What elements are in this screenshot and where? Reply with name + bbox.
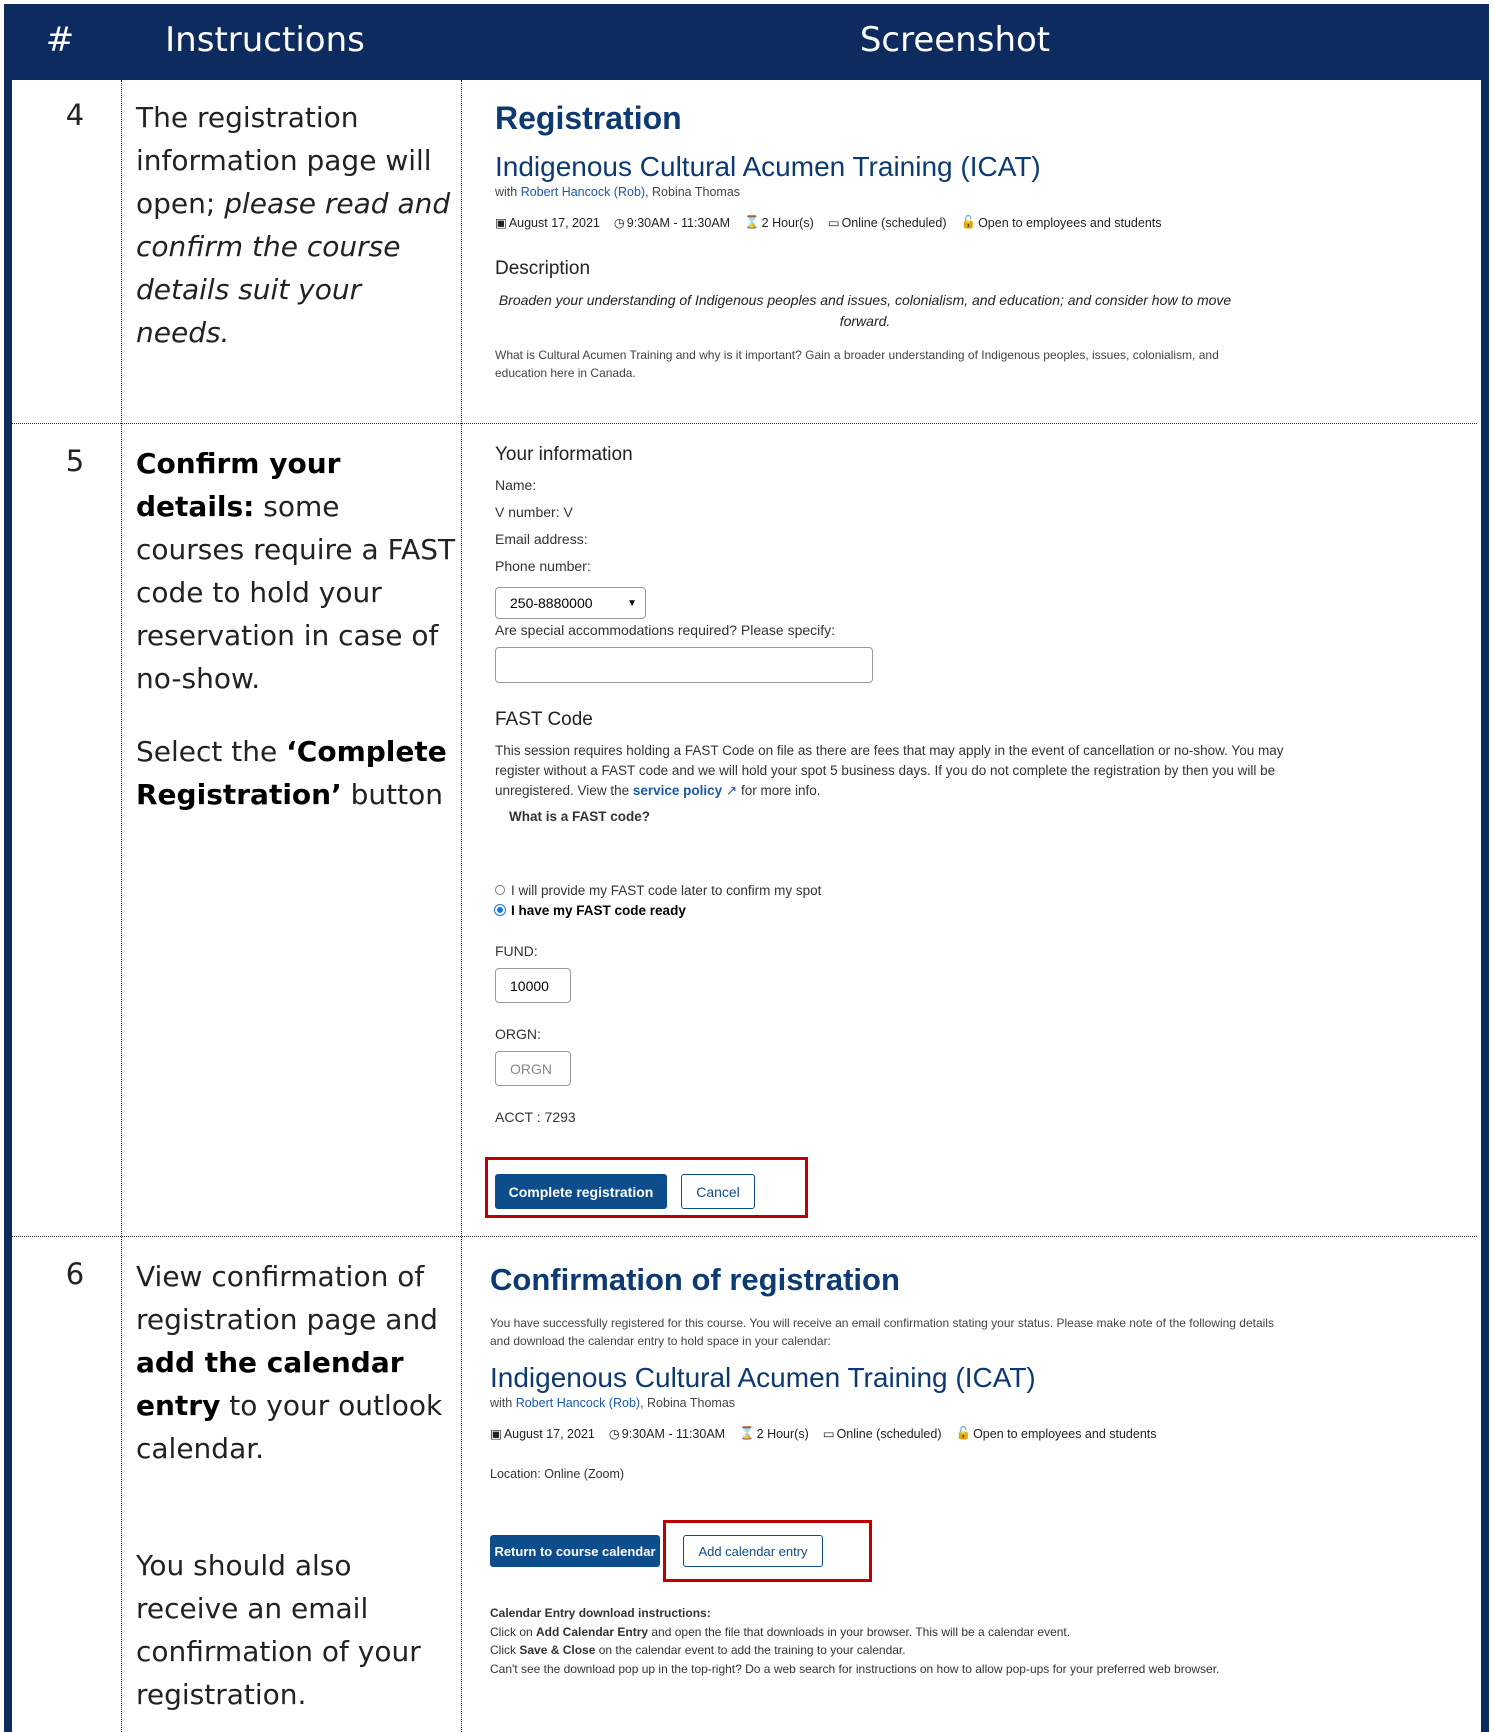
column-divider [121, 80, 122, 1732]
hourglass-icon: ⌛ [739, 1426, 755, 1440]
row-divider [12, 423, 1477, 424]
description-summary: Broaden your understanding of Indigenous… [498, 292, 1232, 329]
add-calendar-entry-button[interactable]: Add calendar entry [683, 1535, 823, 1567]
download-step-1: Click on Add Calendar Entry and open the… [490, 1624, 1071, 1639]
step-number: 4 [65, 98, 85, 132]
fast-section: FAST Code This session requires holding … [495, 709, 1325, 824]
external-link-icon: ↗ [725, 783, 738, 798]
column-divider [461, 80, 462, 1732]
your-info-heading: Your information [495, 444, 633, 465]
complete-registration-button[interactable]: Complete registration [495, 1174, 667, 1209]
description-heading: Description [495, 258, 591, 279]
email-label: Email address: [495, 531, 588, 547]
radio-checked-icon [495, 905, 505, 915]
fund-label: FUND: [495, 943, 538, 959]
confirmation-title: Confirmation of registration [490, 1262, 900, 1297]
instructors: with Robert Hancock (Rob), Robina Thomas [495, 185, 741, 199]
chevron-down-icon: ▼ [627, 597, 637, 609]
course-title: Indigenous Cultural Acumen Training (ICA… [495, 151, 1041, 182]
header-instructions: Instructions [165, 20, 365, 60]
fast-heading: FAST Code [495, 709, 593, 730]
step-instructions: The registration information page will o… [136, 101, 451, 349]
what-is-fast-toggle[interactable]: What is a FAST code? [509, 809, 1325, 824]
phone-label: Phone number: [495, 558, 591, 574]
page-title: Registration [495, 100, 682, 136]
monitor-icon: ▭ [822, 1427, 835, 1441]
your-info-screenshot: Your information Name: V number: V Email… [495, 444, 1335, 580]
download-instructions: Calendar Entry download instructions: Cl… [490, 1604, 1250, 1678]
fast-option-ready[interactable]: I have my FAST code ready [495, 903, 686, 918]
registration-screenshot: Registration Indigenous Cultural Acumen … [495, 100, 1295, 382]
orgn-label: ORGN: [495, 1026, 541, 1042]
cancel-button[interactable]: Cancel [681, 1174, 755, 1209]
radio-unchecked-icon [495, 885, 505, 895]
fast-paragraph: This session requires holding a FAST Cod… [495, 743, 1284, 798]
download-step-2: Click Save & Close on the calendar event… [490, 1643, 906, 1657]
step-number: 6 [65, 1257, 85, 1291]
step-instructions-2: Select the ‘Complete Registration’ butto… [136, 735, 447, 811]
acct-label: ACCT : 7293 [495, 1109, 576, 1125]
name-label: Name: [495, 477, 537, 493]
fund-input[interactable]: 10000 [495, 968, 571, 1003]
step-number: 5 [65, 444, 85, 478]
calendar-icon: ▣ [490, 1427, 502, 1441]
instructor-link[interactable]: Robert Hancock (Rob) [516, 1396, 640, 1410]
lock-icon: 🔓 [955, 1426, 972, 1440]
phone-select[interactable]: 250-8880000 ▼ [495, 587, 646, 619]
header-num: # [45, 20, 75, 60]
special-label: Are special accommodations required? Ple… [495, 622, 836, 638]
course-meta: ▣ August 17, 2021 ◷ 9:30AM - 11:30AM ⌛ 2 Ho… [495, 215, 1162, 230]
success-message: You have successfully registered for thi… [490, 1316, 1274, 1348]
download-heading: Calendar Entry download instructions: [490, 1606, 711, 1620]
description-body: What is Cultural Acumen Training and why… [495, 348, 1219, 380]
instructors: with Robert Hancock (Rob), Robina Thomas [490, 1396, 736, 1410]
clock-icon: ◷ [608, 1427, 620, 1441]
service-policy-link[interactable]: service policy [633, 783, 722, 798]
fast-option-later[interactable]: I will provide my FAST code later to con… [495, 883, 821, 898]
location: Location: Online (Zoom) [490, 1467, 625, 1481]
course-title: Indigenous Cultural Acumen Training (ICA… [490, 1362, 1036, 1393]
step-instructions: View confirmation of registration page a… [136, 1260, 443, 1465]
step-instructions: Confirm your details: some courses requi… [136, 447, 456, 695]
confirmation-screenshot: Confirmation of registration You have su… [490, 1262, 1280, 1481]
row-divider [12, 1236, 1477, 1237]
lock-icon: 🔓 [960, 215, 977, 229]
clock-icon: ◷ [613, 216, 625, 230]
return-to-calendar-button[interactable]: Return to course calendar [490, 1535, 660, 1567]
hourglass-icon: ⌛ [744, 215, 760, 229]
course-meta: ▣ August 17, 2021 ◷ 9:30AM - 11:30AM ⌛ 2 Ho… [490, 1426, 1157, 1441]
calendar-icon: ▣ [495, 216, 507, 230]
download-step-3: Can't see the download pop up in the top… [490, 1661, 1220, 1676]
accommodations-input[interactable] [495, 647, 873, 683]
instructor-link[interactable]: Robert Hancock (Rob) [521, 185, 645, 199]
orgn-input[interactable]: ORGN [495, 1051, 571, 1086]
header-screenshot: Screenshot [859, 20, 1051, 60]
step-instructions-2: You should also receive an email confirm… [136, 1549, 421, 1711]
vnumber-label: V number: V [495, 504, 573, 520]
monitor-icon: ▭ [827, 216, 840, 230]
